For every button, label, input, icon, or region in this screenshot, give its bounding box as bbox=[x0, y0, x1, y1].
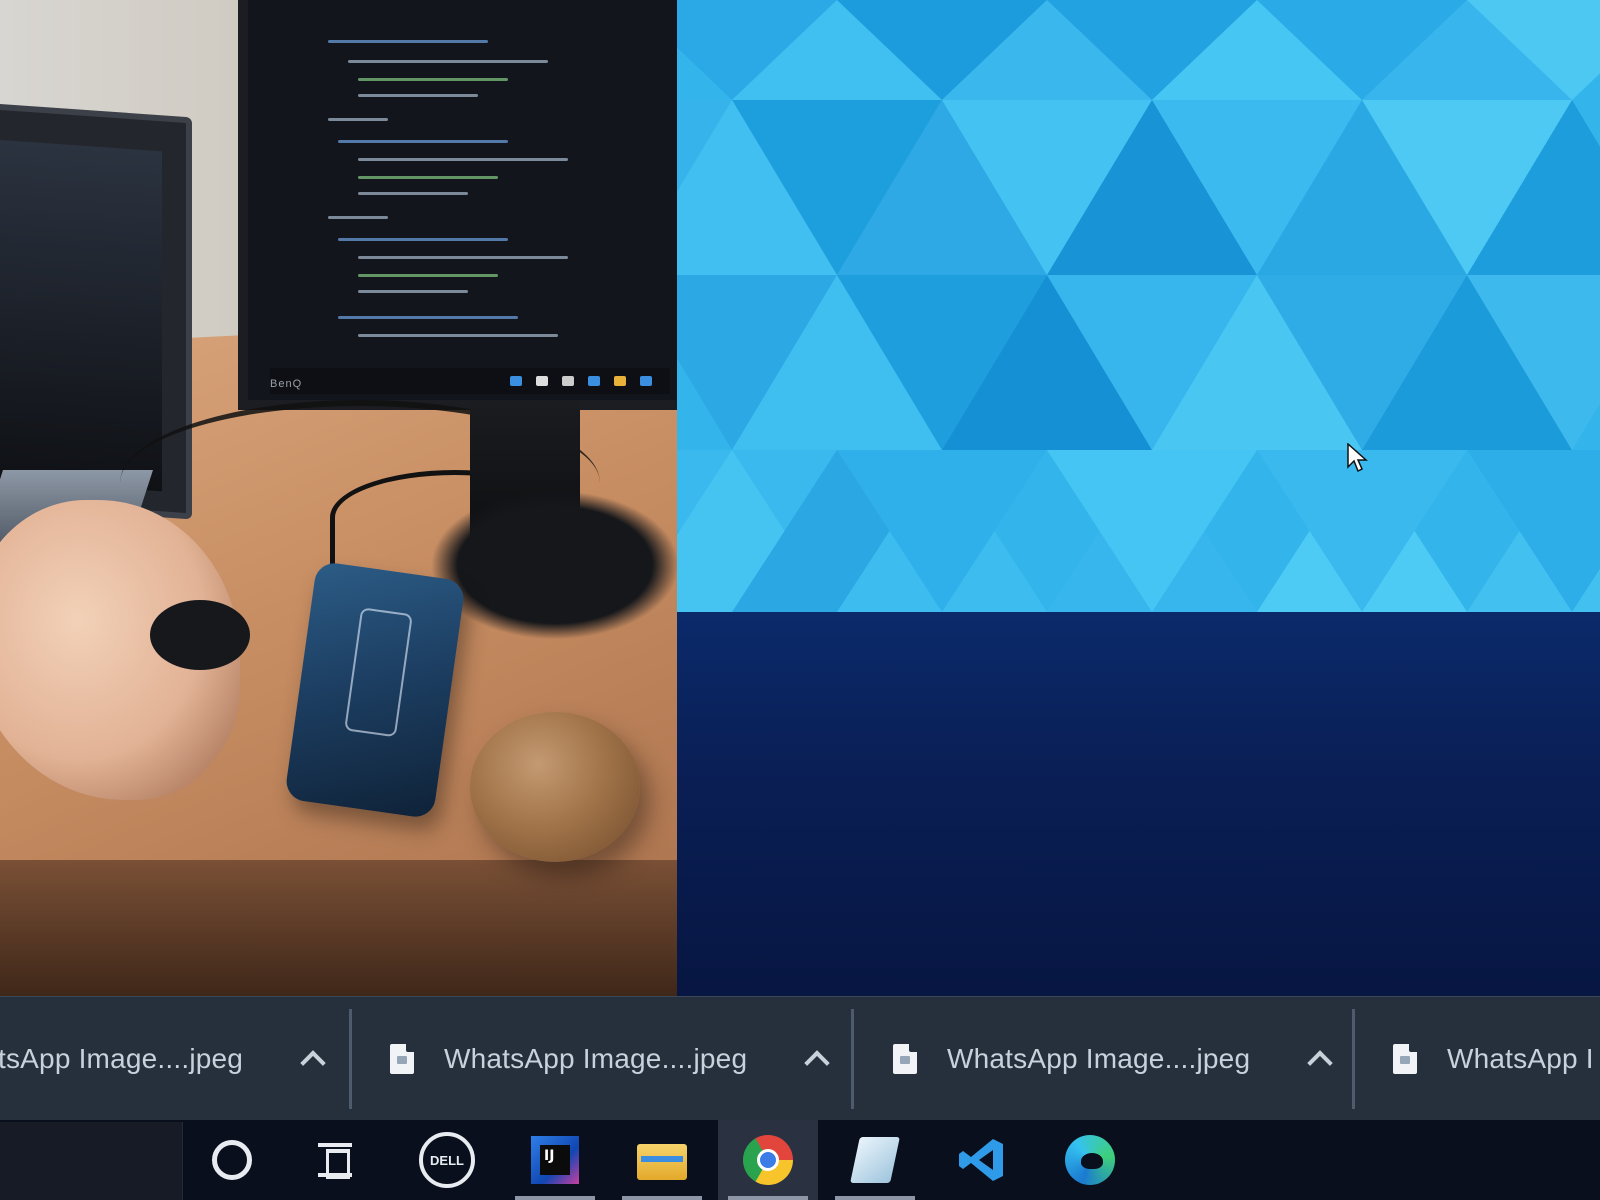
photo-kiwi bbox=[470, 712, 640, 862]
edge-icon bbox=[1065, 1135, 1115, 1185]
dell-app-button[interactable]: DELL bbox=[397, 1120, 497, 1200]
vscode-icon bbox=[957, 1135, 1007, 1185]
photo-monitor-base bbox=[430, 490, 677, 640]
photo-laptop-screen bbox=[0, 139, 162, 492]
cortana-icon bbox=[212, 1140, 252, 1180]
chevron-up-icon[interactable] bbox=[1298, 1037, 1342, 1081]
intellij-label: IJ bbox=[540, 1145, 570, 1175]
cortana-button[interactable] bbox=[182, 1120, 282, 1200]
taskbar: DELL IJ bbox=[0, 1120, 1600, 1200]
download-filename: WhatsApp Image....jpeg bbox=[444, 1043, 748, 1074]
file-icon bbox=[1393, 1044, 1417, 1074]
photo-desk-edge bbox=[0, 860, 677, 996]
intellij-button[interactable]: IJ bbox=[505, 1120, 605, 1200]
photo-monitor-brand: BenQ bbox=[270, 378, 303, 390]
edge-button[interactable] bbox=[1040, 1120, 1140, 1200]
desktop-wallpaper bbox=[677, 0, 1600, 612]
opened-photo: BenQ bbox=[0, 0, 677, 996]
desktop-screen: BenQ tsApp Image....jpeg WhatsApp Image.… bbox=[0, 0, 1600, 1200]
wallpaper-triangles bbox=[677, 0, 1600, 612]
photo-monitor bbox=[238, 0, 677, 410]
download-item[interactable]: WhatsApp Image....jpeg bbox=[390, 997, 839, 1121]
intellij-idea-icon: IJ bbox=[531, 1136, 579, 1184]
running-indicator bbox=[515, 1196, 595, 1200]
file-icon bbox=[390, 1044, 414, 1074]
task-view-icon bbox=[318, 1143, 352, 1179]
chevron-up-icon[interactable] bbox=[795, 1037, 839, 1081]
download-separator bbox=[349, 1009, 352, 1109]
download-filename: tsApp Image....jpeg bbox=[0, 1043, 244, 1074]
running-indicator bbox=[835, 1196, 915, 1200]
file-icon bbox=[893, 1044, 917, 1074]
file-explorer-button[interactable] bbox=[612, 1120, 712, 1200]
photo-monitor-taskbar bbox=[270, 368, 670, 394]
notes-app-icon bbox=[850, 1137, 900, 1183]
download-item[interactable]: WhatsApp Image....jpeg bbox=[893, 997, 1342, 1121]
download-shelf: tsApp Image....jpeg WhatsApp Image....jp… bbox=[0, 996, 1600, 1121]
chrome-icon bbox=[743, 1135, 793, 1185]
download-filename: WhatsApp I bbox=[1447, 1043, 1594, 1074]
download-separator bbox=[851, 1009, 854, 1109]
running-indicator bbox=[622, 1196, 702, 1200]
dell-icon: DELL bbox=[419, 1132, 475, 1188]
download-filename: WhatsApp Image....jpeg bbox=[947, 1043, 1251, 1074]
taskbar-search-box[interactable] bbox=[0, 1122, 183, 1200]
download-item[interactable]: tsApp Image....jpeg bbox=[0, 997, 335, 1121]
notes-app-button[interactable] bbox=[825, 1120, 925, 1200]
desktop-lower-area bbox=[677, 612, 1600, 996]
download-separator bbox=[1352, 1009, 1355, 1109]
photo-mouse bbox=[150, 600, 250, 670]
chevron-up-icon[interactable] bbox=[291, 1037, 335, 1081]
vscode-button[interactable] bbox=[932, 1120, 1032, 1200]
task-view-button[interactable] bbox=[285, 1120, 385, 1200]
chrome-button[interactable] bbox=[718, 1120, 818, 1200]
mouse-cursor-icon bbox=[1347, 443, 1368, 473]
photo-powerbank-logo bbox=[344, 607, 413, 738]
download-item[interactable]: WhatsApp I bbox=[1393, 997, 1594, 1121]
running-indicator bbox=[728, 1196, 808, 1200]
file-explorer-icon bbox=[637, 1140, 687, 1180]
